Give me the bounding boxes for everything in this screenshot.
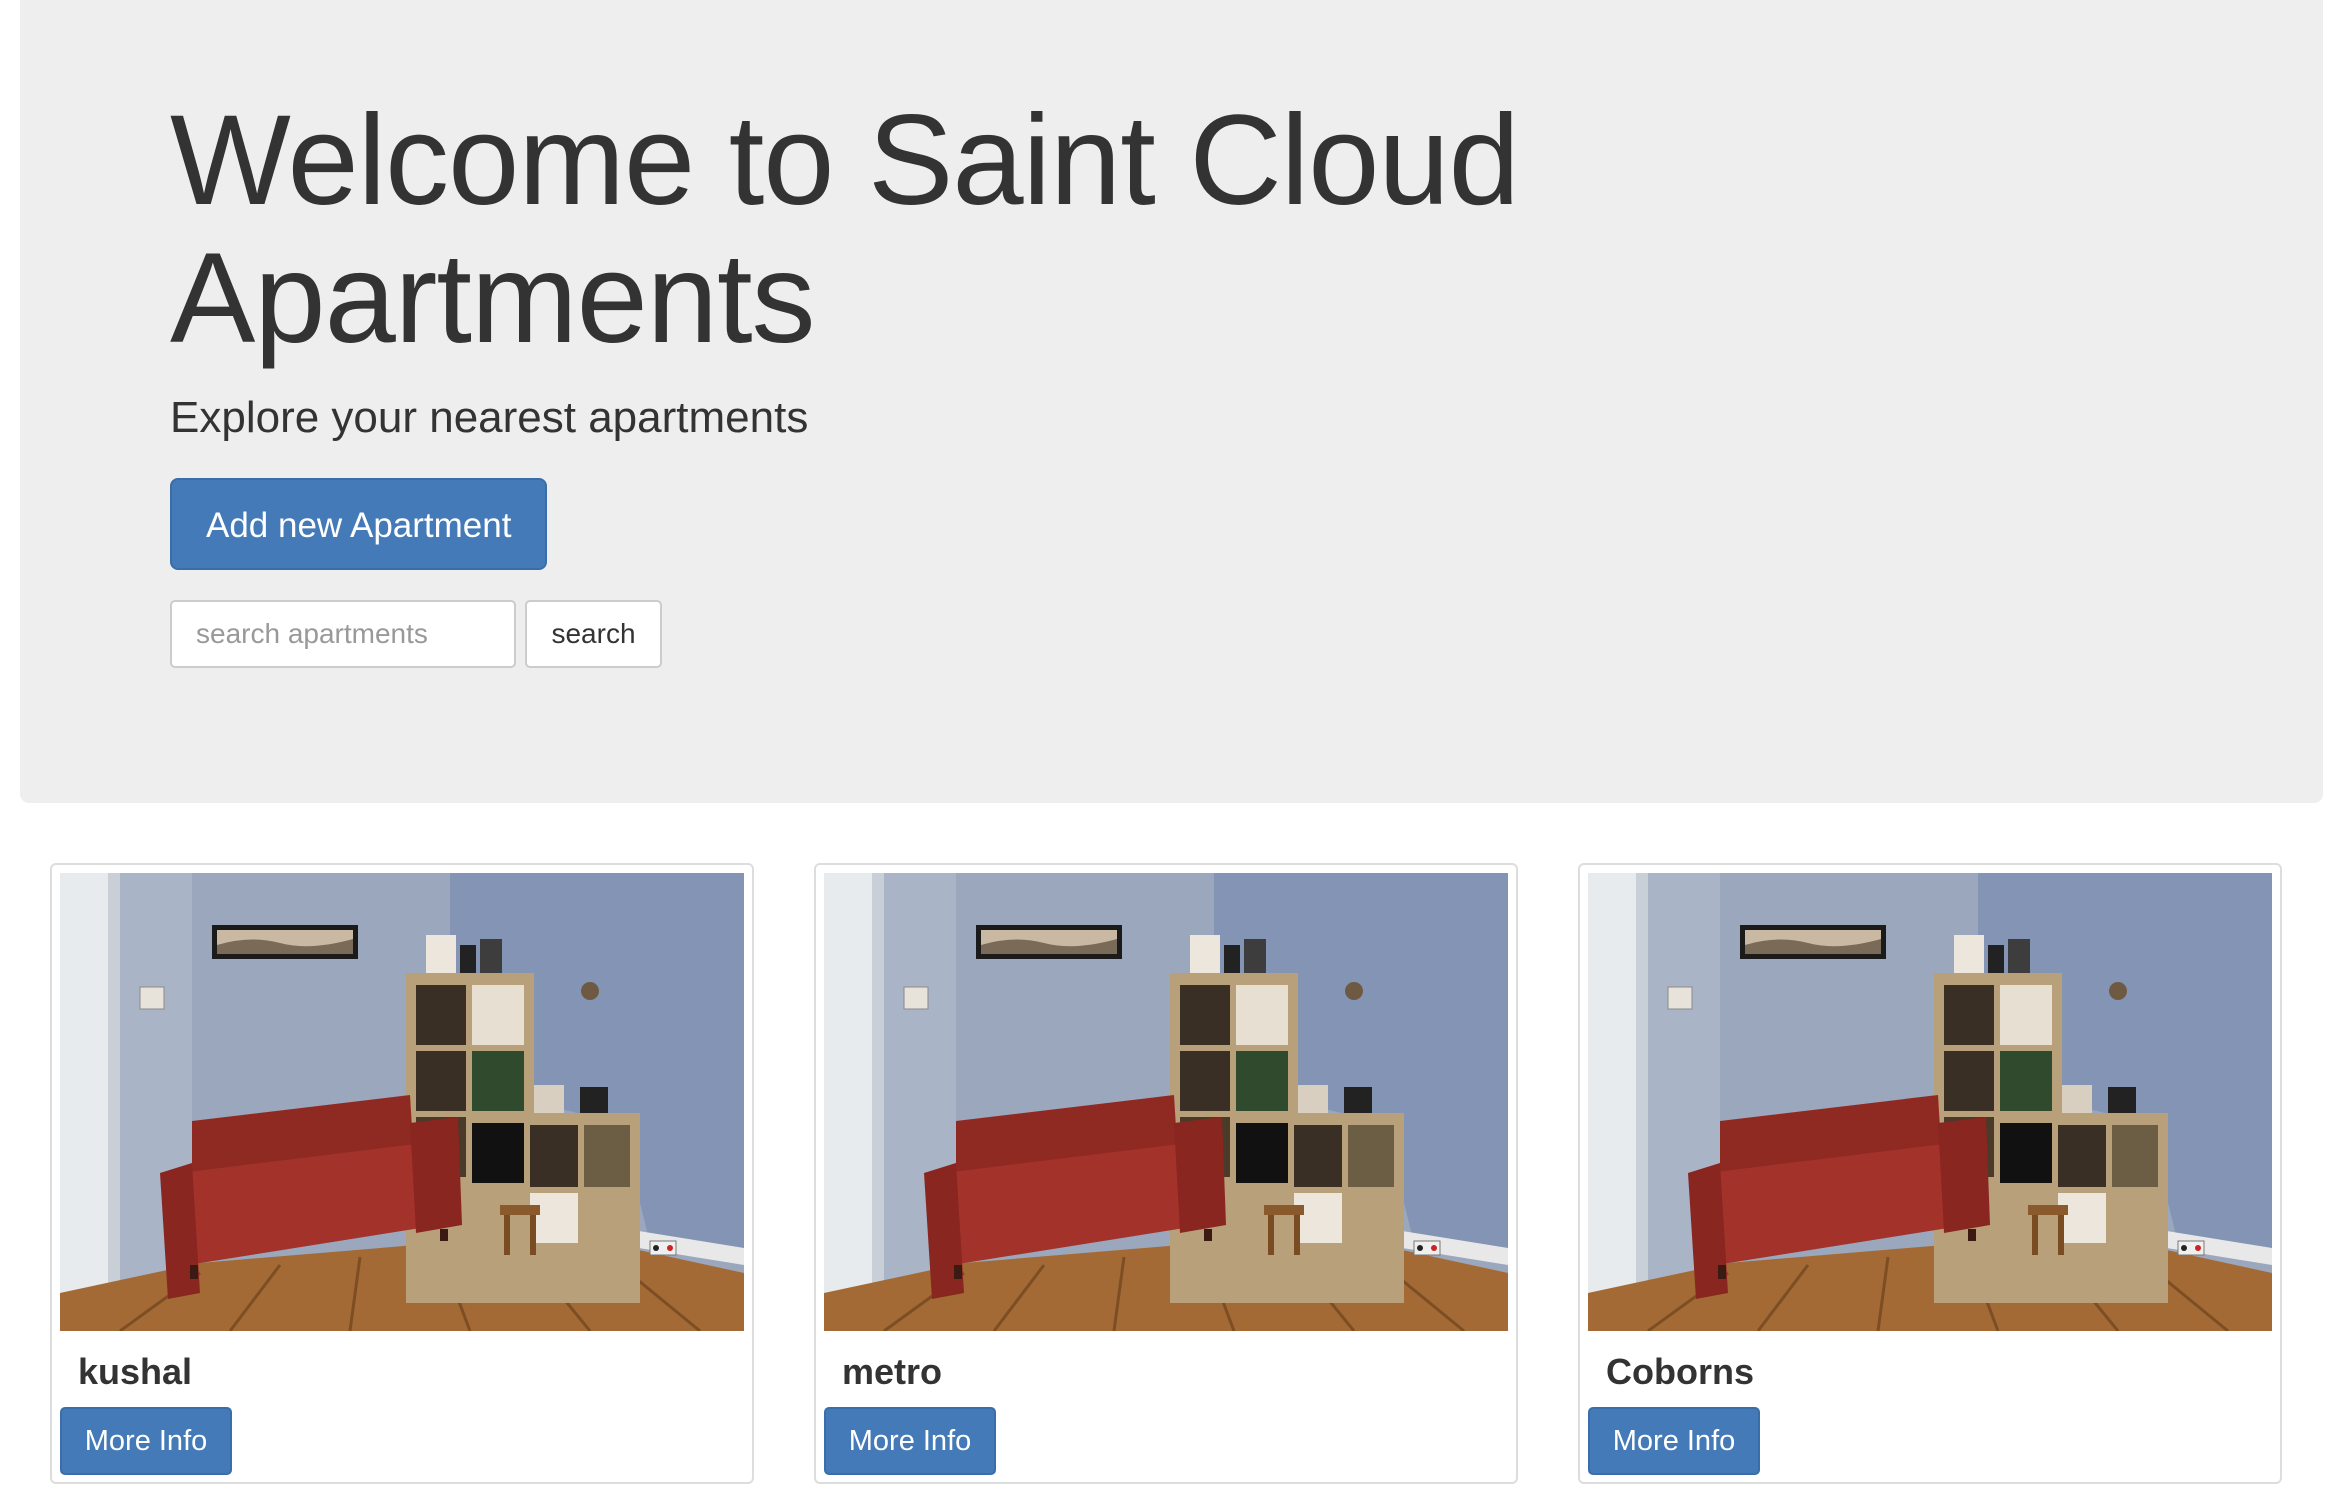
apartment-name: metro (842, 1351, 943, 1392)
apartment-card: metro More Info (814, 863, 1518, 1484)
apartment-photo (1588, 873, 2272, 1331)
more-info-button[interactable]: More Info (824, 1407, 996, 1475)
add-apartment-button[interactable]: Add new Apartment (170, 478, 548, 570)
apartment-name: kushal (78, 1351, 193, 1392)
page-subtitle: Explore your nearest apartments (170, 393, 809, 442)
search-input[interactable] (170, 600, 516, 668)
hero-content: Welcome to Saint Cloud Apartments Explor… (170, 92, 1670, 668)
apartment-photo (60, 873, 744, 1331)
page-title: Welcome to Saint Cloud Apartments (170, 89, 1520, 370)
search-form: search (170, 600, 1670, 668)
search-button[interactable]: search (525, 600, 662, 668)
more-info-button[interactable]: More Info (1588, 1407, 1760, 1475)
hero-jumbotron: Welcome to Saint Cloud Apartments Explor… (20, 0, 2323, 803)
apartment-card: Coborns More Info (1578, 863, 2282, 1484)
more-info-button[interactable]: More Info (60, 1407, 232, 1475)
apartment-photo (824, 873, 1508, 1331)
apartment-name: Coborns (1606, 1351, 1754, 1392)
apartment-card: kushal More Info (50, 863, 754, 1484)
